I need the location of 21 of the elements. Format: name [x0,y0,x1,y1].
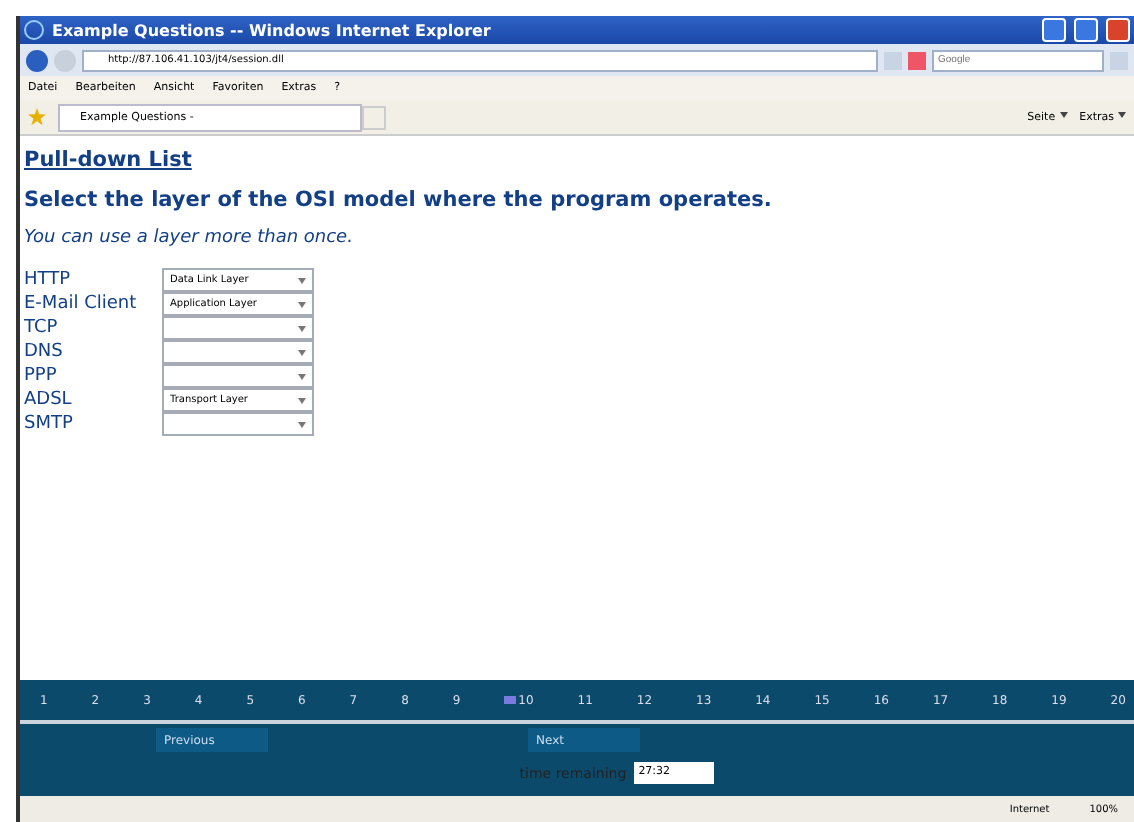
window-title: Example Questions -- Windows Internet Explorer [52,21,493,39]
item-label: PPP [24,364,59,388]
layer-dropdown[interactable] [162,364,314,388]
back-button[interactable] [26,49,48,71]
item-label: SMTP [24,412,75,436]
layer-dropdown[interactable] [162,340,314,364]
item-label: DNS [24,340,65,364]
item-label: TCP [24,316,60,340]
item-label: E-Mail Client [24,292,139,316]
item-label: ADSL [24,388,74,412]
page-heading: Pull-down List [24,148,194,172]
new-tab-button[interactable] [362,105,386,129]
question-text: Select the layer of the OSI model where the program operates. [24,188,774,212]
favorites-star-icon[interactable] [28,108,46,126]
layer-dropdown[interactable] [162,412,314,436]
hint-text: You can use a layer more than once. [24,228,355,248]
item-label: HTTP [24,268,73,292]
maximize-button[interactable] [1074,18,1098,42]
minimize-button[interactable] [1042,18,1066,42]
layer-dropdown[interactable] [162,316,314,340]
close-button[interactable] [1106,18,1130,42]
